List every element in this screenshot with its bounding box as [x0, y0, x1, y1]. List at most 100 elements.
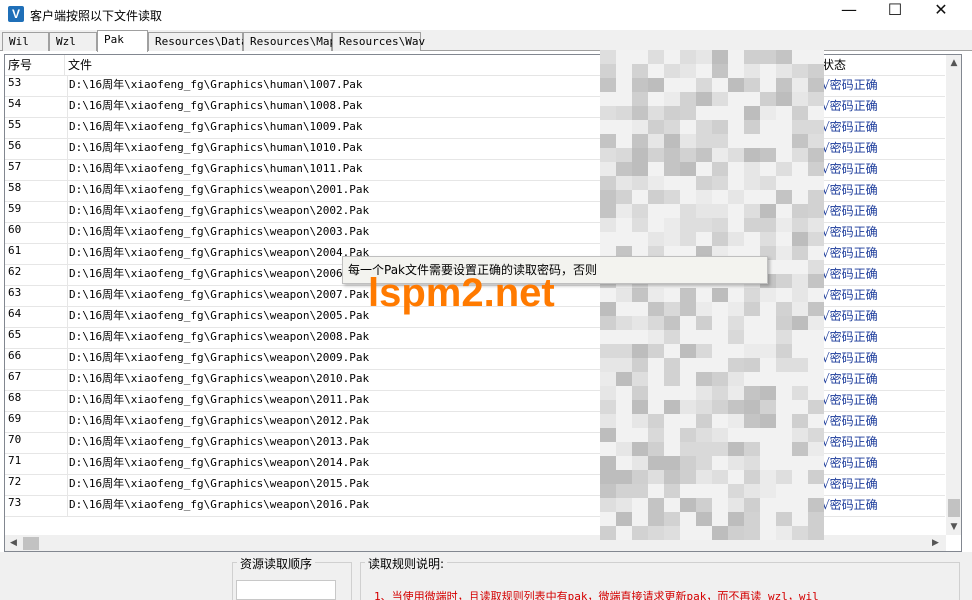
mosaic-block — [600, 64, 616, 78]
close-button[interactable]: ✕ — [918, 0, 964, 30]
mosaic-block — [744, 470, 760, 484]
mosaic-block — [648, 428, 664, 442]
mosaic-block — [744, 526, 760, 540]
mosaic-block — [664, 456, 680, 470]
mosaic-block — [616, 148, 632, 162]
row-index: 63 — [8, 286, 22, 299]
mosaic-block — [792, 526, 808, 540]
mosaic-block — [632, 358, 648, 372]
read-order-list[interactable] — [236, 580, 336, 600]
mosaic-block — [664, 64, 680, 78]
mosaic-block — [712, 176, 728, 190]
mosaic-block — [712, 148, 728, 162]
mosaic-block — [696, 372, 712, 386]
mosaic-block — [696, 498, 712, 512]
mosaic-block — [696, 302, 712, 316]
mosaic-block — [648, 442, 664, 456]
scroll-left-icon[interactable]: ◀ — [5, 535, 22, 551]
hscroll-thumb[interactable] — [23, 537, 39, 550]
tab-resources-map[interactable]: Resources\Map — [243, 32, 336, 51]
mosaic-block — [808, 316, 824, 330]
rule-text-1: 1、当使用微端时，且读取规则列表中有pak，微端直接请求更新pak，而不再读 w… — [374, 590, 819, 600]
row-index: 61 — [8, 244, 22, 257]
mosaic-block — [696, 316, 712, 330]
column-header-index[interactable]: 序号 — [5, 55, 65, 76]
mosaic-block — [744, 176, 760, 190]
scroll-down-icon[interactable]: ▼ — [946, 519, 961, 535]
mosaic-block — [712, 64, 728, 78]
mosaic-block — [648, 414, 664, 428]
mosaic-block — [600, 428, 616, 442]
row-status: √密码正确 — [822, 99, 878, 113]
mosaic-block — [600, 78, 616, 92]
row-status: √密码正确 — [822, 78, 878, 92]
mosaic-block — [728, 358, 744, 372]
mosaic-block — [712, 428, 728, 442]
row-file-path: D:\16周年\xiaofeng_fg\Graphics\weapon\2002… — [67, 202, 607, 222]
tab-resources-wav[interactable]: Resources\Wav — [332, 32, 425, 51]
minimize-button[interactable]: — — [826, 0, 872, 30]
mosaic-block — [664, 400, 680, 414]
mosaic-block — [632, 386, 648, 400]
mosaic-block — [600, 344, 616, 358]
mosaic-block — [792, 414, 808, 428]
mosaic-block — [696, 148, 712, 162]
mosaic-block — [712, 162, 728, 176]
mosaic-block — [616, 106, 632, 120]
mosaic-block — [744, 484, 760, 498]
mosaic-block — [808, 78, 824, 92]
mosaic-block — [728, 330, 744, 344]
mosaic-block — [632, 64, 648, 78]
mosaic-block — [616, 176, 632, 190]
mosaic-block — [600, 204, 616, 218]
mosaic-block — [712, 470, 728, 484]
mosaic-block — [744, 386, 760, 400]
mosaic-block — [632, 106, 648, 120]
mosaic-block — [648, 232, 664, 246]
mosaic-block — [776, 526, 792, 540]
scroll-up-icon[interactable]: ▲ — [946, 55, 961, 71]
mosaic-block — [632, 400, 648, 414]
mosaic-block — [792, 204, 808, 218]
mosaic-block — [664, 470, 680, 484]
mosaic-block — [696, 414, 712, 428]
mosaic-block — [616, 288, 632, 302]
tab-resources-data[interactable]: Resources\Data — [148, 32, 248, 51]
mosaic-block — [664, 372, 680, 386]
mosaic-block — [760, 344, 776, 358]
mosaic-block — [696, 456, 712, 470]
mosaic-block — [696, 218, 712, 232]
tab-wzl[interactable]: Wzl — [49, 32, 97, 51]
row-index: 66 — [8, 349, 22, 362]
row-file-path: D:\16周年\xiaofeng_fg\Graphics\human\1008.… — [67, 97, 607, 117]
mosaic-block — [616, 512, 632, 526]
mosaic-block — [648, 106, 664, 120]
mosaic-block — [808, 134, 824, 148]
row-file-path: D:\16周年\xiaofeng_fg\Graphics\human\1010.… — [67, 139, 607, 159]
mosaic-block — [664, 484, 680, 498]
mosaic-block — [600, 50, 616, 64]
scroll-thumb[interactable] — [948, 499, 960, 517]
mosaic-block — [664, 232, 680, 246]
row-index: 56 — [8, 139, 22, 152]
scroll-right-icon[interactable]: ▶ — [927, 535, 944, 551]
mosaic-block — [744, 288, 760, 302]
row-index: 71 — [8, 454, 22, 467]
mosaic-block — [744, 64, 760, 78]
tab-wil[interactable]: Wil — [2, 32, 49, 51]
mosaic-block — [808, 162, 824, 176]
mosaic-block — [744, 302, 760, 316]
column-header-status[interactable]: 状态 — [819, 55, 945, 76]
row-status: √密码正确 — [822, 120, 878, 134]
vertical-scrollbar[interactable]: ▲ ▼ — [946, 55, 961, 535]
mosaic-block — [648, 190, 664, 204]
mosaic-block — [792, 316, 808, 330]
mosaic-block — [616, 344, 632, 358]
mosaic-block — [696, 176, 712, 190]
row-index: 72 — [8, 475, 22, 488]
maximize-button[interactable]: ☐ — [872, 0, 918, 30]
row-status: √密码正确 — [822, 351, 878, 365]
mosaic-block — [680, 456, 696, 470]
mosaic-block — [728, 414, 744, 428]
tab-pak[interactable]: Pak — [97, 30, 148, 52]
